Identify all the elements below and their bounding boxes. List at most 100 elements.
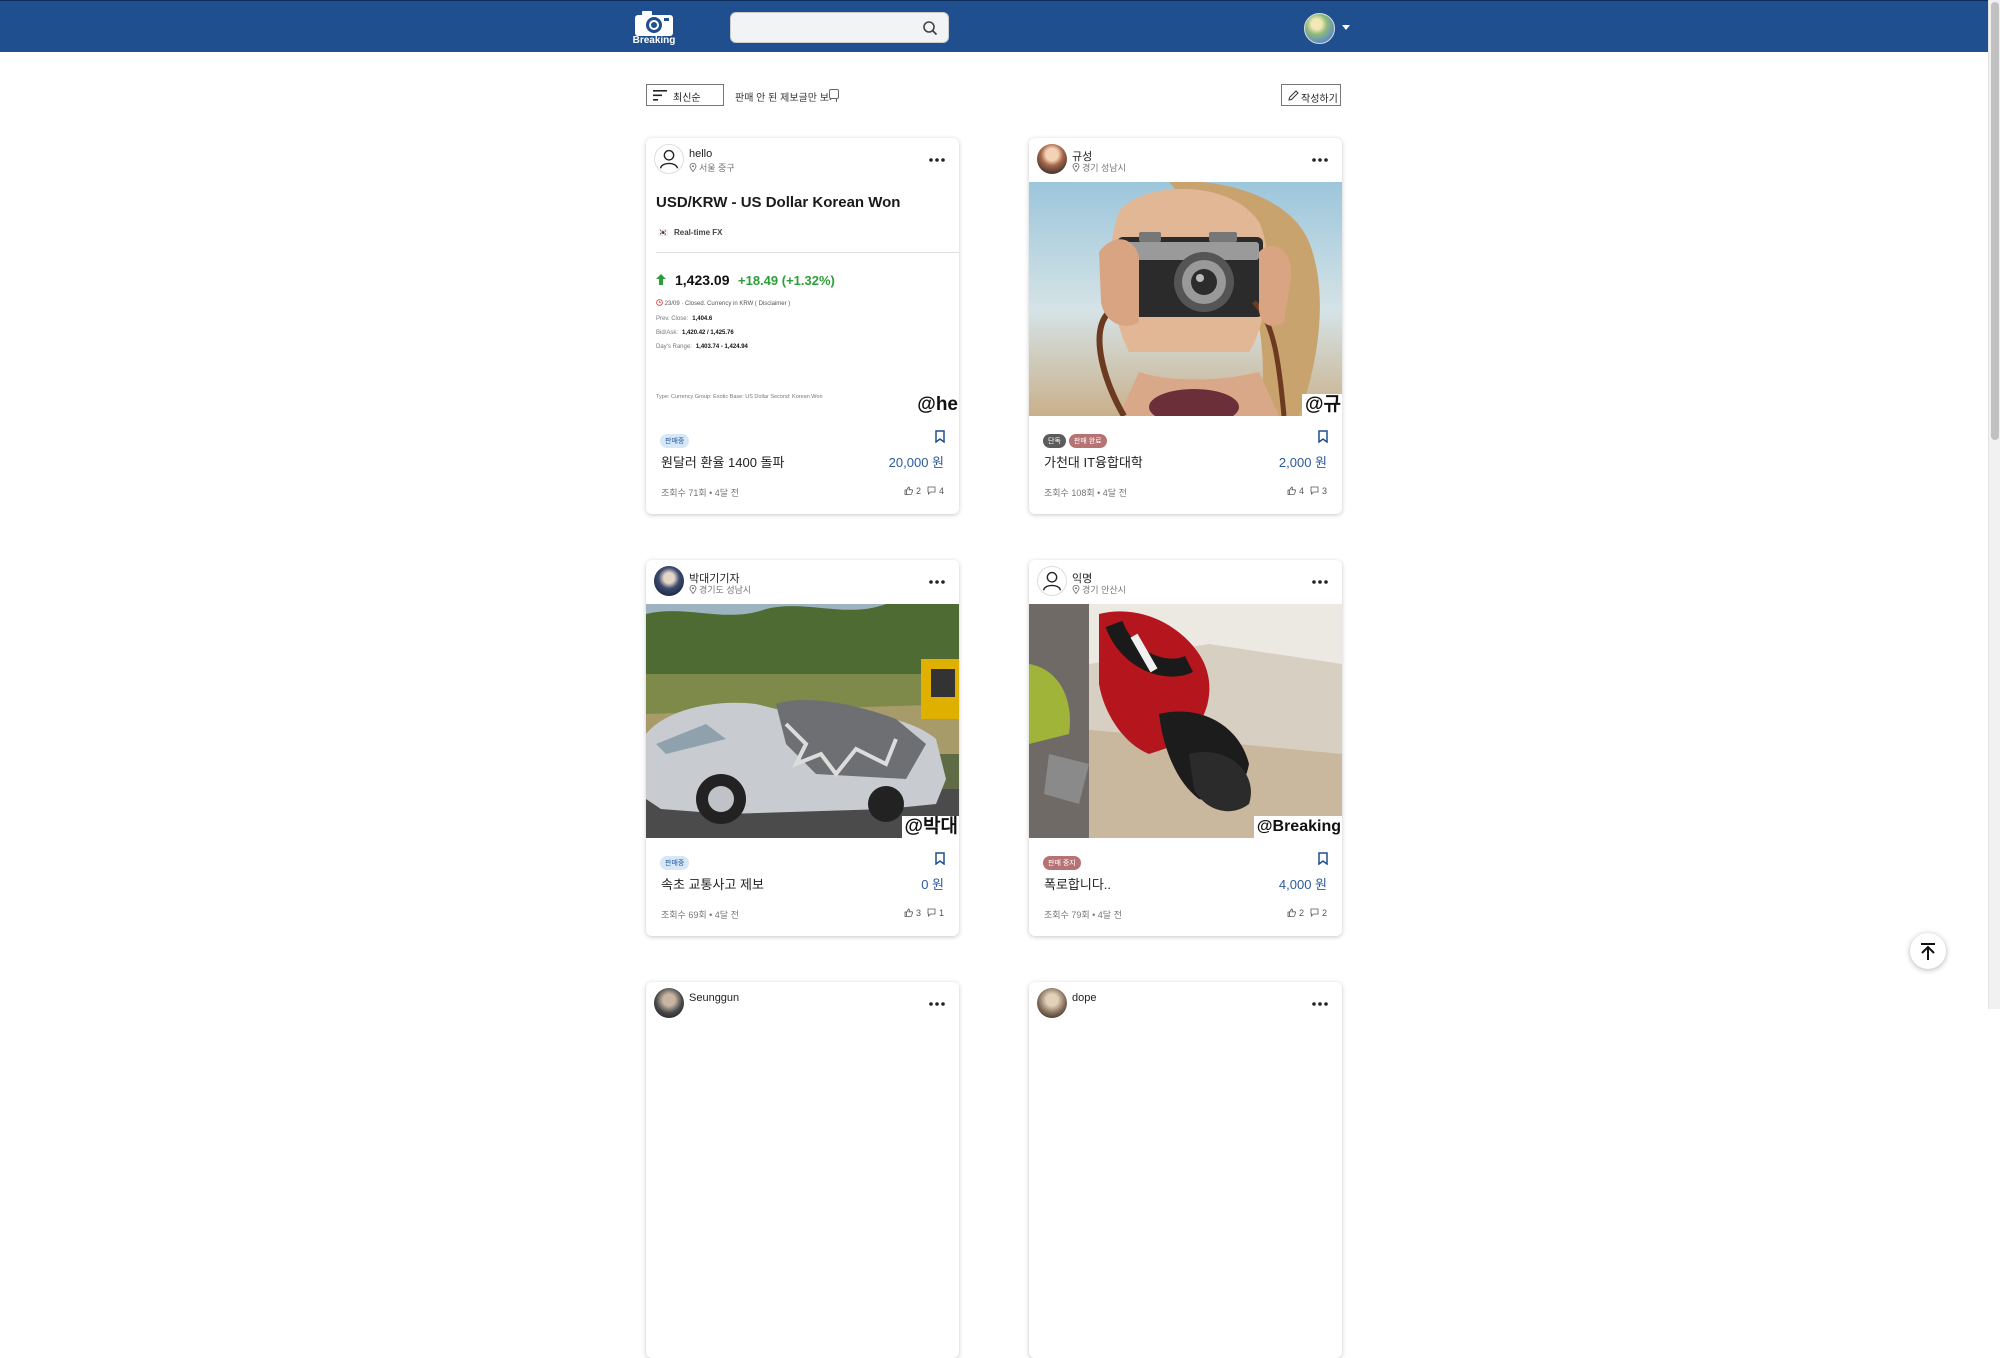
post-card[interactable]: Seunggun	[646, 982, 959, 1358]
post-card[interactable]: hello 서울 중구 USD/KRW - US Dollar Korean W…	[646, 138, 959, 514]
post-image[interactable]: @규	[1029, 182, 1342, 416]
watermark: @he	[914, 394, 959, 416]
post-card[interactable]: 익명 경기 안산시 @Breaking 판매 중지 폭로합니다.. 4,000 …	[1029, 560, 1342, 936]
post-title[interactable]: 원달러 환율 1400 돌파	[661, 452, 784, 471]
comment-icon[interactable]	[927, 486, 936, 495]
status-badge: 판매 중지	[1043, 856, 1081, 870]
thumbs-up-icon[interactable]	[904, 908, 914, 917]
fx-title: USD/KRW - US Dollar Korean Won	[656, 194, 901, 211]
thumbs-up-icon[interactable]	[1287, 908, 1297, 917]
location: 경기 성남시	[1072, 161, 1126, 174]
status-badge: 판매중	[660, 434, 690, 448]
clock-icon	[656, 299, 663, 306]
breaking-logo[interactable]: Breaking	[632, 9, 676, 46]
watermark: @박대	[901, 816, 959, 838]
post-image[interactable]: USD/KRW - US Dollar Korean Won 🇰🇷 Real-t…	[646, 182, 959, 416]
watermark: @Breaking	[1253, 816, 1342, 838]
avatar[interactable]	[1037, 566, 1067, 596]
search-box[interactable]	[730, 12, 949, 44]
avatar[interactable]	[654, 566, 684, 596]
sort-icon	[653, 90, 667, 101]
write-button[interactable]: 작성하기	[1281, 84, 1341, 106]
post-card[interactable]: 박대기기자 경기도 성남시 @박대 판매중 속초 교통사고 제보 0 원 조회수…	[646, 560, 959, 936]
thumbs-up-icon[interactable]	[904, 486, 914, 495]
more-options-icon[interactable]	[1312, 158, 1328, 162]
search-input[interactable]	[741, 13, 925, 44]
post-title[interactable]: 폭로합니다..	[1044, 874, 1111, 893]
user-icon	[1042, 571, 1062, 591]
comment-icon[interactable]	[1310, 908, 1319, 917]
fx-day-range: Day's Range: 1,403.74 - 1,424.94	[656, 344, 748, 350]
location-pin-icon	[689, 585, 697, 594]
person-bowing-image	[1029, 604, 1342, 838]
comment-count: 3	[1321, 486, 1327, 496]
location-text: 경기 안산시	[1082, 585, 1126, 595]
bookmark-icon[interactable]	[1318, 430, 1328, 443]
avatar[interactable]	[1037, 144, 1067, 174]
more-options-icon[interactable]	[1312, 1002, 1328, 1006]
camera-logo-icon	[635, 11, 673, 36]
more-options-icon[interactable]	[929, 1002, 945, 1006]
post-card[interactable]: 규성 경기 성남시 @규 단독 판매 완료 가천대 IT융합대학 2,000 원…	[1029, 138, 1342, 514]
user-avatar[interactable]	[1304, 13, 1335, 44]
user-icon	[659, 149, 679, 169]
post-price: 0 원	[921, 877, 944, 892]
like-count: 3	[915, 908, 921, 918]
bookmark-icon[interactable]	[935, 430, 945, 443]
sort-button[interactable]: 최신순	[646, 84, 724, 106]
fx-rate: 1,423.09	[675, 272, 730, 288]
bookmark-icon[interactable]	[935, 852, 945, 865]
more-options-icon[interactable]	[929, 158, 945, 162]
comment-count: 1	[938, 908, 944, 918]
comment-count: 2	[1321, 908, 1327, 918]
avatar[interactable]	[1037, 988, 1067, 1018]
top-navbar: Breaking	[0, 0, 1988, 52]
post-price: 4,000 원	[1278, 877, 1327, 892]
watermark: @규	[1301, 394, 1342, 416]
status-badge: 판매중	[660, 856, 690, 870]
scrollbar-thumb[interactable]	[1991, 2, 1999, 440]
post-stats: 3 1	[904, 908, 944, 918]
write-label: 작성하기	[1301, 94, 1338, 105]
location-text: 경기도 성남시	[699, 585, 752, 595]
post-title[interactable]: 가천대 IT융합대학	[1044, 452, 1143, 471]
badge-group: 판매중	[660, 852, 692, 870]
location: 경기도 성남시	[689, 583, 751, 596]
author-name[interactable]: hello	[689, 148, 712, 160]
author-name[interactable]: Seunggun	[689, 992, 739, 1004]
post-stats: 2 2	[1287, 908, 1327, 918]
comment-icon[interactable]	[1310, 486, 1319, 495]
post-card[interactable]: dope	[1029, 982, 1342, 1358]
unsold-filter-checkbox[interactable]	[829, 89, 839, 99]
more-options-icon[interactable]	[1312, 580, 1328, 584]
logo-text: Breaking	[632, 35, 676, 46]
camera-photo-image	[1029, 182, 1342, 416]
fx-closed-status: 23/09 · Closed. Currency in KRW ( Discla…	[656, 299, 790, 307]
post-title[interactable]: 속초 교통사고 제보	[661, 874, 764, 893]
chevron-down-icon[interactable]	[1342, 25, 1350, 30]
like-count: 4	[1298, 486, 1304, 496]
comment-icon[interactable]	[927, 908, 936, 917]
sort-label: 최신순	[673, 93, 701, 104]
post-price: 2,000 원	[1278, 455, 1327, 470]
avatar[interactable]	[654, 988, 684, 1018]
avatar[interactable]	[654, 144, 684, 174]
bookmark-icon[interactable]	[1318, 852, 1328, 865]
scrollbar-track[interactable]	[1988, 0, 2000, 1009]
fx-change: +18.49 (+1.32%)	[738, 273, 835, 288]
fx-type-line: Type: Currency Group: Exotic Base: US Do…	[656, 394, 823, 400]
unsold-filter-label: 판매 안 된 제보글만 보기	[735, 93, 839, 104]
thumbs-up-icon[interactable]	[1287, 486, 1297, 495]
post-image[interactable]: @Breaking	[1029, 604, 1342, 838]
more-options-icon[interactable]	[929, 580, 945, 584]
scroll-to-top-button[interactable]	[1910, 933, 1946, 969]
korea-flag-icon: 🇰🇷	[658, 228, 668, 237]
badge-group: 판매 중지	[1043, 852, 1084, 870]
search-icon[interactable]	[922, 20, 938, 36]
location-text: 서울 중구	[699, 163, 735, 173]
fx-bid-ask-value: 1,420.42 / 1,425.76	[682, 330, 734, 336]
post-stats: 4 3	[1287, 486, 1327, 496]
author-name[interactable]: dope	[1072, 992, 1096, 1004]
post-image[interactable]: @박대	[646, 604, 959, 838]
badge-group: 단독 판매 완료	[1043, 430, 1110, 448]
